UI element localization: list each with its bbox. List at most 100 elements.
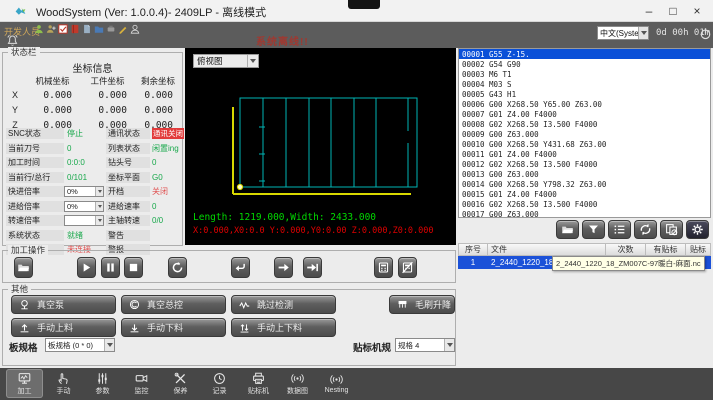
file-table-header: 贴标	[686, 243, 711, 256]
gcode-line[interactable]: 00016G02 X268.50 I3.500 F4000	[459, 199, 710, 209]
labeler-spec-value: 规格 4	[396, 340, 444, 351]
gcode-line[interactable]: 00005G43 H1	[459, 89, 710, 99]
coords-header-1: 工件坐标	[80, 74, 135, 88]
gcode-line[interactable]: 00015G01 Z4.00 F4000	[459, 189, 710, 199]
axis-remain-value: 0.000	[135, 103, 181, 118]
vacuum-pump-button[interactable]: 真空泵	[11, 295, 116, 314]
open-program-button[interactable]	[14, 257, 33, 278]
chevron-down-icon[interactable]	[104, 339, 114, 351]
gcode-line[interactable]: 00002G54 G90	[459, 59, 710, 69]
status-left-label: 系统状态	[6, 230, 64, 241]
nav-item-Nesting[interactable]: Nesting	[318, 369, 355, 398]
user-green-icon[interactable]	[34, 24, 44, 34]
gcode-list[interactable]: 00001G55 Z-15.00002G54 G9000003M6 T10000…	[458, 48, 711, 218]
chevron-down-icon[interactable]	[444, 339, 454, 351]
gcode-line[interactable]: 00004M03 S	[459, 79, 710, 89]
minimize-button[interactable]: –	[637, 0, 661, 22]
red-book-icon[interactable]	[70, 24, 80, 34]
reset-button[interactable]	[168, 257, 187, 278]
nav-item-监控[interactable]: 监控	[123, 369, 160, 398]
gcode-line[interactable]: 00001G55 Z-15.	[459, 49, 710, 59]
status-right-value: 关闭	[150, 186, 178, 197]
board-spec-label: 板规格	[9, 340, 38, 354]
folder-blue-icon[interactable]	[94, 24, 104, 34]
counter-button[interactable]	[374, 257, 393, 278]
brush-lift-button[interactable]: 毛刷升降	[389, 295, 455, 314]
nav-item-label: 数据图	[287, 386, 308, 396]
return-button[interactable]	[231, 257, 250, 278]
sync-button[interactable]	[634, 220, 657, 239]
chevron-down-icon[interactable]	[95, 216, 103, 225]
pump-icon	[19, 299, 30, 310]
chevron-down-icon[interactable]	[95, 187, 103, 196]
status-right-label: 钻头号	[106, 157, 150, 168]
checklist-icon[interactable]	[58, 24, 68, 34]
gcode-line[interactable]: 00009G00 Z63.000	[459, 129, 710, 139]
filter-button[interactable]	[582, 220, 605, 239]
file-table-header: 序号	[458, 243, 488, 256]
board-spec-value: 板规格 (0 * 0)	[46, 340, 104, 351]
nav-item-手动[interactable]: 手动	[45, 369, 82, 398]
gcode-line-code: G55 Z-15.	[489, 50, 530, 59]
language-select[interactable]: 中文(Syste	[597, 26, 649, 40]
pencil-icon[interactable]	[118, 24, 128, 34]
nav-item-加工[interactable]: 加工	[6, 369, 43, 398]
toolpath-drawing	[185, 48, 456, 208]
board-spec-select[interactable]: 板规格 (0 * 0)	[45, 338, 115, 352]
labeler-spec-select[interactable]: 规格 4	[395, 338, 455, 352]
gcode-line[interactable]: 00008G02 X268.50 I3.500 F4000	[459, 119, 710, 129]
power-icon[interactable]	[699, 27, 712, 40]
gcode-line[interactable]: 00013G00 Z63.000	[459, 169, 710, 179]
maximize-button[interactable]: □	[661, 0, 685, 22]
nav-item-贴标机[interactable]: 贴标机	[240, 369, 277, 398]
nav-item-数据图[interactable]: 数据图	[279, 369, 316, 398]
close-button[interactable]: ×	[685, 0, 709, 22]
skip-detect-button[interactable]: 跳过检测	[231, 295, 336, 314]
manual-unload-button[interactable]: 手动下料	[121, 318, 226, 337]
gcode-line[interactable]: 00006G00 X268.50 Y65.00 Z63.00	[459, 99, 710, 109]
open-file-button[interactable]	[556, 220, 579, 239]
gcode-line[interactable]: 00010G00 X268.50 Y431.68 Z63.00	[459, 139, 710, 149]
nav-item-记录[interactable]: 记录	[201, 369, 238, 398]
settings-button[interactable]	[686, 220, 709, 239]
alarm-icon[interactable]	[6, 34, 19, 47]
copy-disabled-button[interactable]	[660, 220, 683, 239]
gcode-line[interactable]: 00012G02 X268.50 I3.500 F4000	[459, 159, 710, 169]
toolpath-canvas[interactable]: 俯视图 Length: 1219.000,Width: 2433.000 X:0…	[185, 48, 456, 245]
return-icon	[234, 261, 247, 274]
pause-button[interactable]	[101, 257, 120, 278]
status-left-select[interactable]	[64, 215, 104, 226]
status-left-select[interactable]: 0%	[64, 201, 104, 212]
gcode-line-code: G02 X268.50 I3.500 F4000	[489, 200, 597, 209]
nav-item-参数[interactable]: 参数	[84, 369, 121, 398]
status-right-label: 警告	[106, 230, 150, 241]
stop-button[interactable]	[124, 257, 143, 278]
chevron-down-icon[interactable]	[95, 202, 103, 211]
operator-icon[interactable]	[130, 24, 140, 34]
document-icon[interactable]	[82, 24, 92, 34]
status-panel: 状态栏 坐标信息 机械坐标工件坐标剩余坐标X0.0000.0000.000Y0.…	[2, 52, 183, 246]
gcode-line[interactable]: 00007G01 Z4.00 F4000	[459, 109, 710, 119]
status-left-select[interactable]: 0%	[64, 186, 104, 197]
start-button[interactable]	[77, 257, 96, 278]
params-icon	[96, 372, 109, 385]
others-title: 其他	[8, 284, 31, 294]
user-add-icon[interactable]	[46, 24, 56, 34]
list-button[interactable]	[608, 220, 631, 239]
manual-loadunload-button[interactable]: 手动上下料	[231, 318, 336, 337]
axis-name: Y	[5, 103, 25, 118]
nav-item-保养[interactable]: 保养	[162, 369, 199, 398]
run-to-end-button[interactable]	[303, 257, 322, 278]
status-left-select-value: 0%	[65, 202, 95, 211]
manual-load-button[interactable]: 手动上料	[11, 318, 116, 337]
chevron-down-icon[interactable]	[638, 27, 648, 39]
button-label: 真空泵	[37, 298, 64, 311]
gcode-line[interactable]: 00014G00 X268.50 Y798.32 Z63.00	[459, 179, 710, 189]
usb-icon[interactable]	[106, 24, 116, 34]
gcode-line[interactable]: 00017G00 Z63.000	[459, 209, 710, 218]
counter-clear-button[interactable]	[398, 257, 417, 278]
gcode-line[interactable]: 00011G01 Z4.00 F4000	[459, 149, 710, 159]
step-forward-button[interactable]	[274, 257, 293, 278]
vacuum-master-button[interactable]: 真空总控	[121, 295, 226, 314]
gcode-line[interactable]: 00003M6 T1	[459, 69, 710, 79]
